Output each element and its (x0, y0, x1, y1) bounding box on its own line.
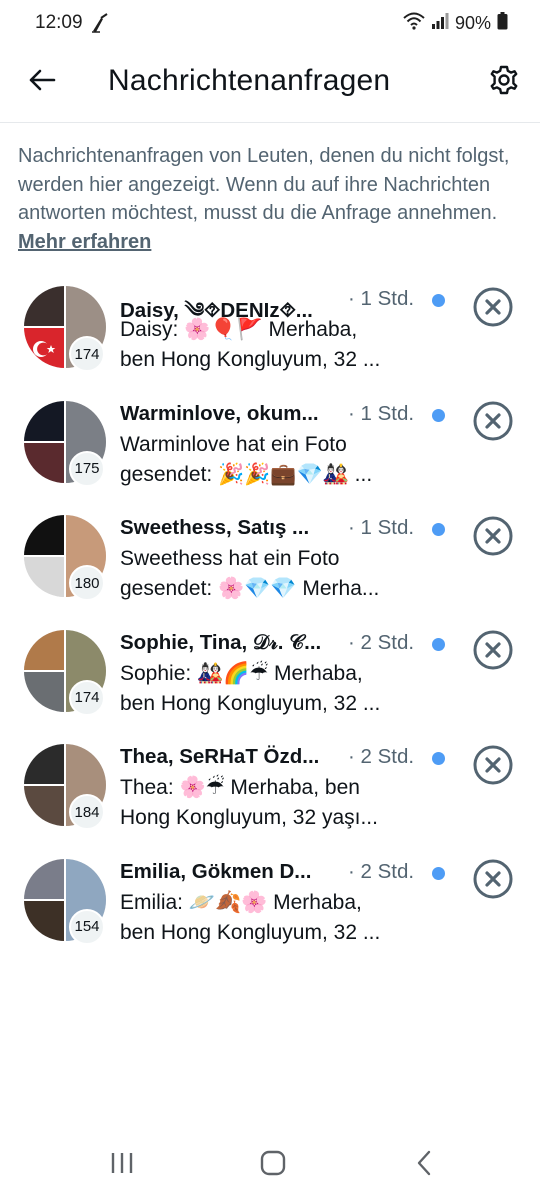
list-item[interactable]: 174 Daisy, ༄⯑DENIz⯑... · 1 Std. Daisy: 🌸… (0, 278, 540, 393)
preview-line: gesendet: 🎉🎉💼💎🎎 ... (120, 462, 373, 486)
learn-more-link[interactable]: Mehr erfahren (18, 231, 151, 253)
timestamp: · 1 Std. (348, 401, 415, 425)
system-nav-bar (0, 1130, 540, 1200)
conversation-names: Warminlove, okum... (120, 401, 319, 425)
avatar-tile (24, 515, 65, 557)
message-preview: Sophie: 🎎🌈☔ Merhaba, ben Hong Kongluyum,… (120, 659, 420, 719)
unread-dot (432, 866, 445, 880)
wifi-icon (403, 12, 425, 35)
recents-icon (109, 1151, 135, 1180)
participant-count-badge: 174 (69, 336, 105, 372)
unread-dot (432, 294, 445, 307)
close-circle-icon (472, 744, 514, 791)
preview-line: Thea: 🌸☔ Merhaba, ben (120, 776, 360, 800)
avatar-tile (24, 556, 65, 598)
avatar-tile (24, 670, 65, 712)
timestamp: · 2 Std. (348, 630, 415, 654)
battery-icon (497, 12, 508, 35)
list-item[interactable]: 175 Warminlove, okum... · 1 Std. Warminl… (0, 393, 540, 508)
preview-line: Daisy: 🌸🎈🚩 Merhaba, (120, 318, 358, 341)
message-preview: Emilia: 🪐🍂🌸 Merhaba, ben Hong Kongluyum,… (120, 888, 420, 948)
preview-line: ben Hong Kongluyum, 32 ... (120, 920, 381, 944)
timestamp: · 1 Std. (348, 287, 415, 310)
close-circle-icon (472, 858, 514, 905)
close-circle-icon (472, 629, 514, 676)
preview-line: Sweethess hat ein Foto (120, 547, 340, 571)
timestamp: · 2 Std. (348, 859, 415, 883)
participant-count-badge: 154 (69, 908, 105, 945)
header-divider (0, 122, 540, 123)
top-bar: Nachrichtenanfragen (0, 52, 540, 122)
unread-dot (432, 637, 445, 651)
status-bar: 12:09 90% (0, 0, 540, 48)
status-icons: 90% (403, 12, 508, 35)
participant-count-badge: 175 (69, 450, 105, 487)
timestamp: · 1 Std. (348, 516, 415, 540)
message-preview: Daisy: 🌸🎈🚩 Merhaba, ben Hong Kongluyum, … (120, 315, 420, 375)
avatar-tile (24, 785, 65, 827)
list-item[interactable]: 180 Sweethess, Satış ... · 1 Std. Sweeth… (0, 507, 540, 622)
participant-count-badge: 174 (69, 679, 105, 716)
dismiss-button[interactable] (472, 286, 514, 333)
conversation-names: Sophie, Tina, 𝒟𝓇. 𝒞... (120, 630, 322, 654)
participant-count-badge: 180 (69, 565, 105, 602)
back-nav-icon (415, 1150, 433, 1181)
message-preview: Warminlove hat ein Foto gesendet: 🎉🎉💼💎🎎 … (120, 430, 420, 490)
home-icon (260, 1150, 286, 1181)
unread-dot (432, 408, 445, 422)
page-title: Nachrichtenanfragen (108, 64, 391, 97)
preview-line: Hong Kongluyum, 32 yaşı... (120, 806, 378, 830)
dismiss-button[interactable] (472, 858, 514, 905)
dismiss-button[interactable] (472, 515, 514, 562)
conversation-names: Emilia, Gökmen D... (120, 859, 312, 883)
dismiss-button[interactable] (472, 629, 514, 676)
conversation-names: Thea, SeRHaT Özd... (120, 745, 320, 769)
signal-icon (431, 12, 449, 35)
preview-line: Emilia: 🪐🍂🌸 Merhaba, (120, 890, 362, 914)
close-circle-icon (472, 515, 514, 562)
timestamp: · 2 Std. (348, 745, 415, 769)
flag-icon (33, 341, 56, 357)
settings-button[interactable] (484, 62, 524, 102)
battery-percent: 90% (454, 13, 491, 33)
preview-line: ben Hong Kongluyum, 32 ... (120, 691, 381, 715)
list-item[interactable]: 154 Emilia, Gökmen D... · 2 Std. Emilia:… (0, 851, 540, 966)
recents-button[interactable] (102, 1148, 142, 1182)
avatar-tile (24, 441, 65, 483)
avatar-tile (24, 629, 65, 671)
avatar-tile (24, 899, 65, 941)
preview-line: ben Hong Kongluyum, 32 ... (120, 348, 381, 371)
close-circle-icon (472, 286, 514, 333)
home-button[interactable] (253, 1148, 293, 1182)
request-list: 174 Daisy, ༄⯑DENIz⯑... · 1 Std. Daisy: 🌸… (0, 278, 540, 966)
list-item[interactable]: 184 Thea, SeRHaT Özd... · 2 Std. Thea: 🌸… (0, 736, 540, 851)
list-item[interactable]: 174 Sophie, Tina, 𝒟𝓇. 𝒞... · 2 Std. Soph… (0, 622, 540, 737)
message-preview: Sweethess hat ein Foto gesendet: 🌸💎💎 Mer… (120, 544, 420, 604)
info-text: Nachrichtenanfragen von Leuten, denen du… (18, 142, 518, 256)
unread-dot (432, 752, 445, 766)
back-button[interactable] (22, 62, 62, 102)
dismiss-button[interactable] (472, 400, 514, 447)
preview-line: Warminlove hat ein Foto (120, 432, 347, 456)
unread-dot (432, 523, 445, 537)
dismiss-button[interactable] (472, 744, 514, 791)
back-nav-button[interactable] (404, 1148, 444, 1182)
broom-icon (90, 12, 112, 34)
avatar-tile (24, 327, 65, 368)
gear-icon (488, 64, 520, 101)
avatar-tile (24, 400, 65, 442)
close-circle-icon (472, 400, 514, 447)
message-preview: Thea: 🌸☔ Merhaba, ben Hong Kongluyum, 32… (120, 773, 420, 833)
conversation-names: Sweethess, Satış ... (120, 516, 310, 540)
info-body: Nachrichtenanfragen von Leuten, denen du… (18, 145, 510, 224)
avatar-tile (24, 858, 65, 900)
arrow-left-icon (28, 68, 56, 97)
avatar-tile (24, 744, 65, 786)
status-time: 12:09 (35, 12, 83, 33)
preview-line: Sophie: 🎎🌈☔ Merhaba, (120, 661, 363, 685)
preview-line: gesendet: 🌸💎💎 Merha... (120, 577, 380, 601)
avatar-tile (24, 286, 65, 327)
